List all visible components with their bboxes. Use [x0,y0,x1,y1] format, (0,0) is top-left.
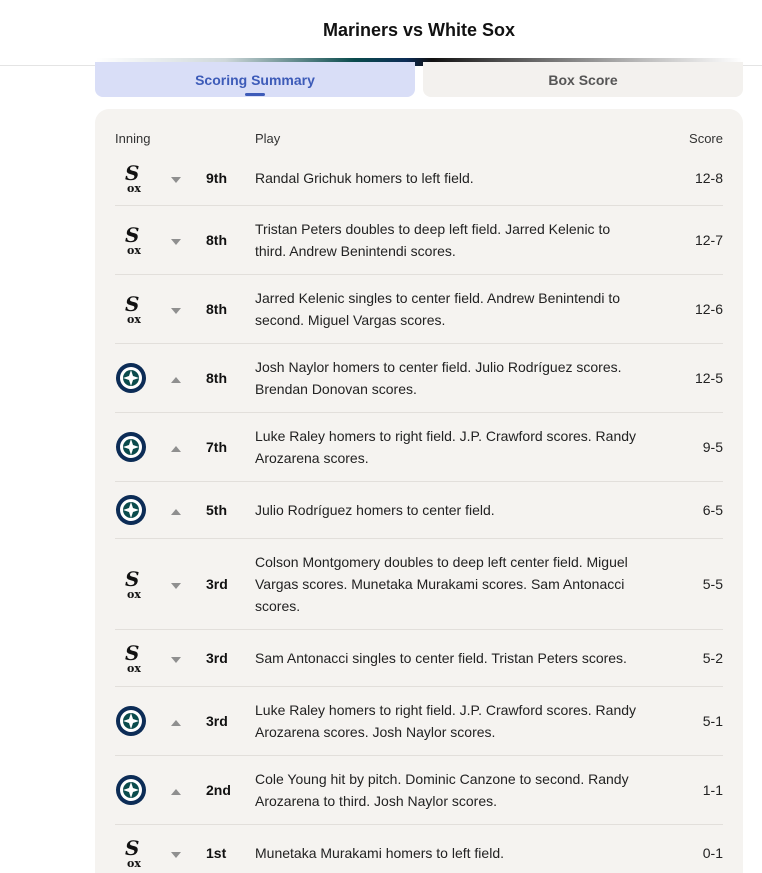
play-description: Julio Rodríguez homers to center field. [255,502,495,518]
play-score: 5-5 [702,576,723,592]
top-inning-icon [171,377,181,383]
play-score: 5-2 [702,650,723,666]
tab-box-score[interactable]: Box Score [423,62,743,97]
bottom-inning-icon [171,657,181,663]
play-score: 12-7 [694,232,723,248]
play-row: Sox 8th Jarred Kelenic singles to center f… [115,275,723,344]
play-row: Sox 3rd Sam Antonacci singles to center fi… [115,630,723,687]
play-row: 3rd Luke Raley homers to right field. J.P… [115,687,723,756]
play-row: 7th Luke Raley homers to right field. J.P… [115,413,723,482]
top-inning-icon [171,789,181,795]
svg-text:ox: ox [127,857,141,869]
svg-text:ox: ox [127,313,141,325]
white-sox-logo-icon: Sox [115,641,147,675]
bottom-inning-icon [171,308,181,314]
play-row: Sox 9th Randal Grichuk homers to left fiel… [115,150,723,206]
play-description: Randal Grichuk homers to left field. [255,169,474,186]
scoring-summary-card: Inning Play Score Sox 9th Randal Grichuk h… [95,109,743,873]
play-description: Munetaka Murakami homers to left field. [255,845,504,861]
play-score: 0-1 [702,845,723,861]
white-sox-logo-icon: Sox [115,836,147,870]
tab-label: Box Score [548,71,618,88]
tab-scoring-summary[interactable]: Scoring Summary [95,62,415,97]
play-description: Luke Raley homers to right field. J.P. C… [255,702,637,740]
play-description: Sam Antonacci singles to center field. T… [255,650,627,666]
play-description: Cole Young hit by pitch. Dominic Canzone… [255,771,629,809]
inning-label: 8th [206,370,227,386]
play-description: Tristan Peters doubles to deep left fiel… [255,221,611,259]
tab-bar: Scoring Summary Box Score [95,62,743,97]
play-row: Sox 8th Tristan Peters doubles to deep lef… [115,206,723,275]
mariners-logo-icon [115,494,147,526]
play-description: Josh Naylor homers to center field. Juli… [255,359,622,397]
active-tab-indicator [245,93,265,96]
inning-label: 3rd [206,576,228,592]
top-inning-icon [171,509,181,515]
inning-label: 8th [206,232,227,248]
page-title: Mariners vs White Sox [322,20,516,40]
mariners-logo-icon [115,431,147,463]
play-row: 5th Julio Rodríguez homers to center fiel… [115,482,723,539]
mariners-logo-icon [115,705,147,737]
play-score: 12-6 [694,301,723,317]
inning-label: 3rd [206,650,228,666]
mariners-logo-icon [115,362,147,394]
play-score: 5-1 [702,713,723,729]
play-description: Jarred Kelenic singles to center field. … [255,290,620,328]
inning-label: 5th [206,502,227,518]
play-description: Luke Raley homers to right field. J.P. C… [255,428,637,466]
play-score: 6-5 [702,502,723,518]
top-inning-icon [171,720,181,726]
inning-label: 7th [206,439,227,455]
white-sox-logo-icon: Sox [115,223,147,257]
inning-label: 1st [206,845,227,861]
white-sox-logo-icon: Sox [115,292,147,326]
column-header-score: Score [689,131,723,146]
bottom-inning-icon [171,239,181,245]
play-row: 2nd Cole Young hit by pitch. Dominic Canz… [115,756,723,825]
game-header: Mariners vs White Sox [0,0,762,66]
play-row: Sox 1st Munetaka Murakami homers to left f… [115,825,723,873]
play-row: 8th Josh Naylor homers to center field. J… [115,344,723,413]
play-row: Sox 3rd Colson Montgomery doubles to deep … [115,539,723,630]
play-score: 12-8 [694,169,723,186]
bottom-inning-icon [171,583,181,589]
bottom-inning-icon [171,852,181,858]
mariners-logo-icon [115,774,147,806]
white-sox-logo-icon: Sox [115,161,147,195]
play-description: Colson Montgomery doubles to deep left c… [255,554,628,614]
svg-text:ox: ox [127,182,141,194]
tab-label: Scoring Summary [195,71,315,88]
svg-text:ox: ox [127,662,141,674]
svg-text:ox: ox [127,244,141,256]
inning-label: 2nd [206,782,231,798]
inning-label: 3rd [206,713,228,729]
svg-text:ox: ox [127,588,141,600]
inning-label: 9th [206,169,227,186]
bottom-inning-icon [171,176,181,183]
play-score: 1-1 [702,782,723,798]
inning-label: 8th [206,301,227,317]
white-sox-logo-icon: Sox [115,567,147,601]
play-score: 9-5 [702,439,723,455]
top-inning-icon [171,446,181,452]
column-header-inning: Inning [115,131,151,146]
column-header-play: Play [255,131,281,146]
play-score: 12-5 [694,370,723,386]
